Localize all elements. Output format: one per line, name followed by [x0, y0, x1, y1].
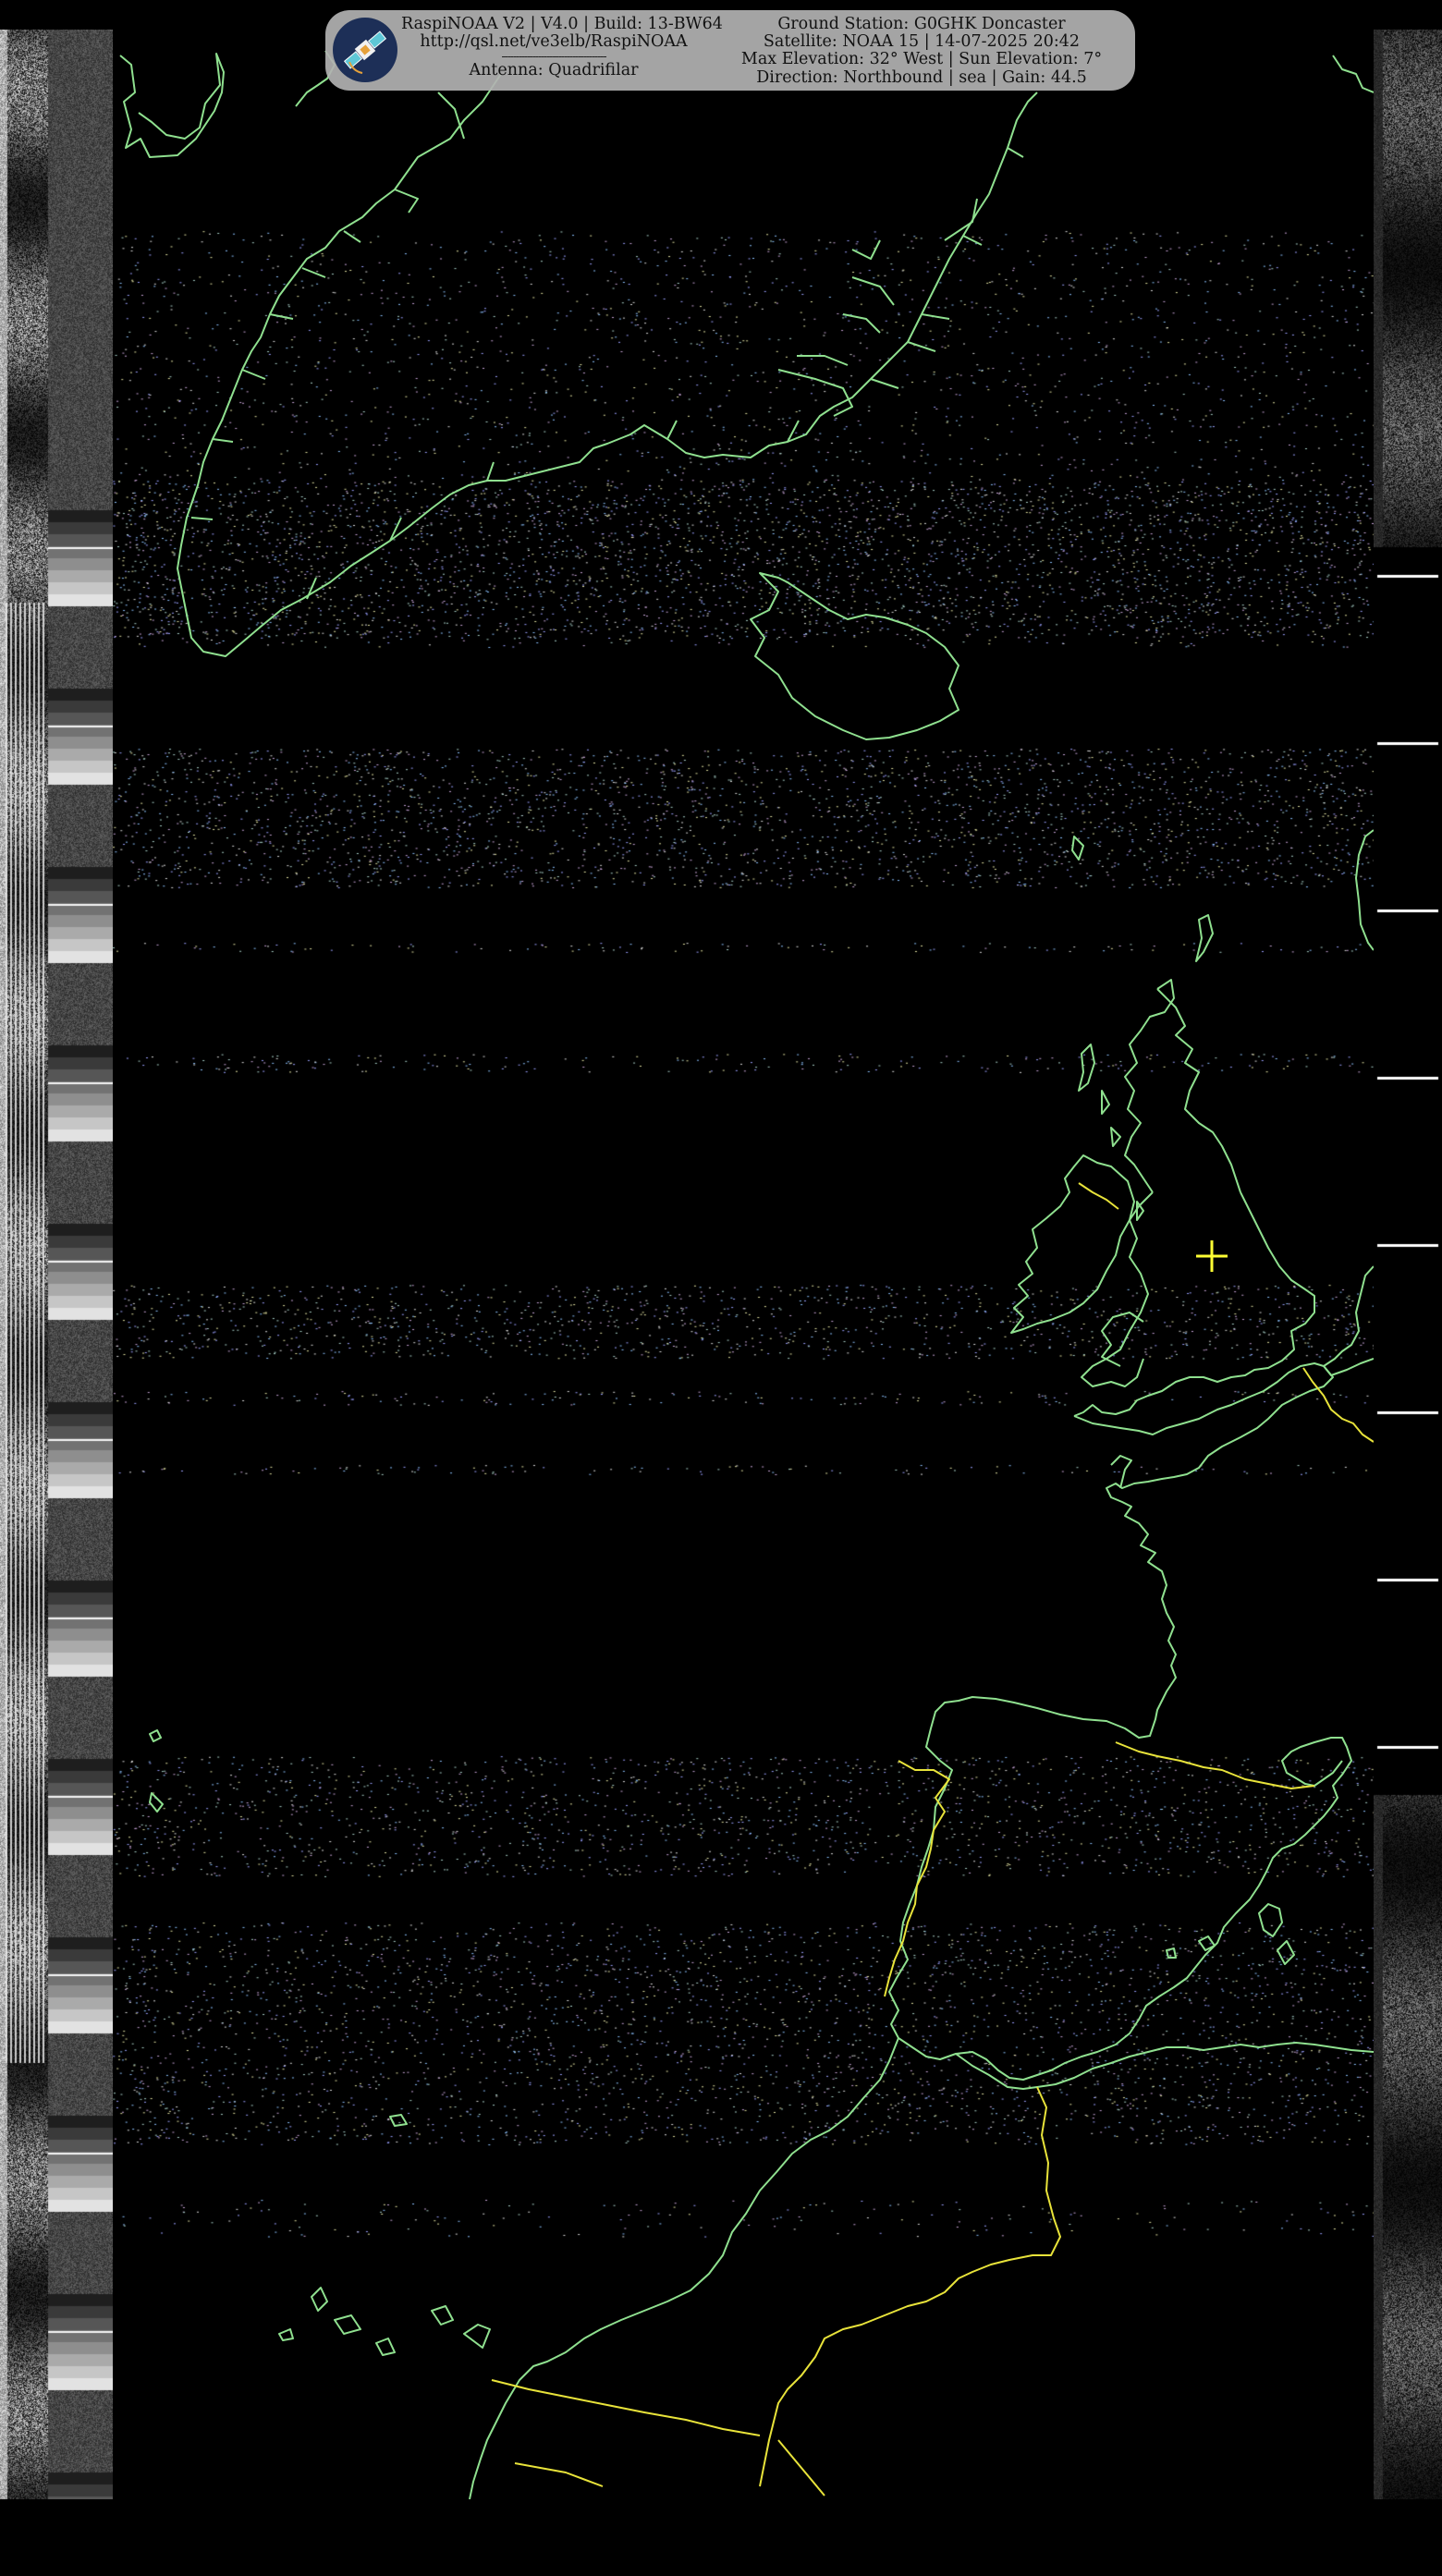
coastline-ireland	[1010, 1154, 1135, 1334]
coastline-greenland-fjords	[190, 147, 1024, 600]
coastline-britain	[1073, 1191, 1315, 1417]
header-pass-info: Ground Station: G0GHK Doncaster Satellit…	[714, 15, 1130, 87]
software-version-text: RaspiNOAA V2 | V4.0 | Build: 13-BW64	[401, 15, 723, 33]
coastline-europe-west	[888, 1362, 1352, 2081]
antenna-text: Antenna: Quadrifilar	[469, 61, 639, 80]
border-ireland	[1078, 1182, 1119, 1210]
header-panel: RaspiNOAA V2 | V4.0 | Build: 13-BW64 htt…	[325, 10, 1135, 91]
coastline-greenland-north	[119, 53, 225, 158]
coastline-greenland-east-fjords	[777, 198, 978, 417]
coastline-sardinia-corsica	[1258, 1903, 1295, 1965]
coastline-norway-south	[1323, 1265, 1374, 1376]
satellite-text: Satellite: NOAA 15 | 14-07-2025 20:42	[763, 32, 1081, 52]
map-overlay	[119, 50, 1374, 2499]
project-url-text: http://qsl.net/ve3elb/RaspiNOAA	[420, 32, 688, 52]
ground-station-marker	[1196, 1240, 1228, 1272]
map-area	[113, 0, 1374, 2499]
right-telemetry-strip	[1374, 30, 1442, 2499]
coastline-hebrides	[1078, 1044, 1121, 1147]
bottom-blank-strip	[0, 2499, 1442, 2576]
border-western-sahara	[491, 2379, 825, 2497]
coastline-islands-atlantic	[149, 1729, 491, 2356]
direction-text: Direction: Northbound | sea | Gain: 44.5	[756, 67, 1087, 87]
coastline-scotland	[1124, 979, 1241, 1193]
coastline-faroe	[1071, 836, 1084, 861]
coastline-north-africa	[469, 2037, 1374, 2499]
coastline-balearic	[1166, 1935, 1216, 1959]
coastline-greenland	[177, 73, 1038, 657]
ground-station-text: Ground Station: G0GHK Doncaster	[777, 15, 1066, 33]
coastline-scandinavia-west	[1355, 829, 1374, 951]
satellite-icon	[333, 18, 397, 82]
coastline-norway-north	[1332, 55, 1374, 93]
left-telemetry-strip	[0, 30, 113, 2499]
coastline-shetland	[1195, 914, 1214, 962]
header-software-info: RaspiNOAA V2 | V4.0 | Build: 13-BW64 htt…	[401, 15, 723, 80]
border-france-belgium	[1302, 1367, 1374, 1443]
border-spain-portugal	[884, 1760, 950, 1997]
elevation-text: Max Elevation: 32° West | Sun Elevation:…	[740, 50, 1103, 69]
coastline-iceland	[750, 572, 959, 740]
satellite-image: RaspiNOAA V2 | V4.0 | Build: 13-BW64 htt…	[0, 0, 1442, 2576]
border-morocco-algeria	[759, 2086, 1061, 2487]
